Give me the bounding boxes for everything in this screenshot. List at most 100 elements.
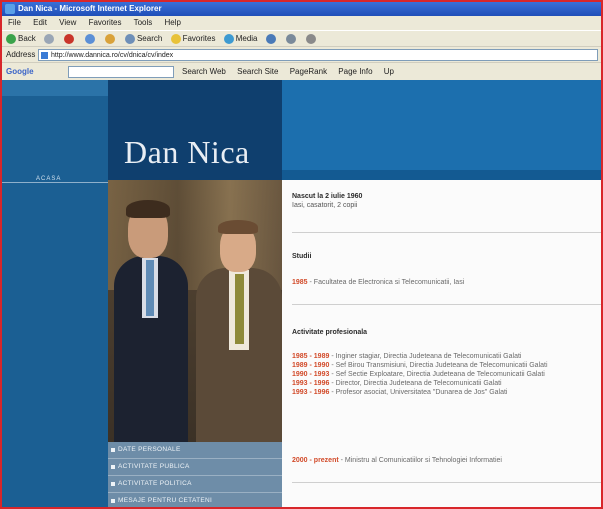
pagerank-button[interactable]: PageRank <box>290 67 327 76</box>
side-menu-item-activitate-publica[interactable]: ACTIVITATE PUBLICA <box>108 459 282 476</box>
favorites-button[interactable]: Favorites <box>170 31 216 46</box>
studies-text: - Facultatea de Electronica si Telecomun… <box>309 279 465 286</box>
menu-help[interactable]: Help <box>165 18 181 27</box>
nav-top-band <box>2 80 108 96</box>
browser-window: Dan Nica - Microsoft Internet Explorer F… <box>0 0 603 509</box>
divider <box>292 304 601 305</box>
prof-entry-years: 1990 - 1993 <box>292 371 330 378</box>
address-url: http://www.dannica.ro/cv/dnica/cv/index <box>51 52 174 59</box>
search-site-button[interactable]: Search Site <box>237 67 278 76</box>
prof-entry: 1985 - 1989 - Inginer stagiar, Directia … <box>292 352 598 361</box>
stop-button[interactable] <box>64 31 76 46</box>
prof-entry: 1993 - 1996 - Profesor asociat, Universi… <box>292 388 598 397</box>
google-toolbar: Google Search Web Search Site PageRank P… <box>2 62 601 81</box>
mail-icon <box>285 33 296 44</box>
standard-toolbar: Back Search Favorites Media <box>2 30 601 46</box>
prof-entry: 1990 - 1993 - Sef Sectie Exploatare, Dir… <box>292 370 598 379</box>
nav-home-link[interactable]: ACASA <box>36 176 61 182</box>
web-page: ACASA Dan Nica DATE PERSONALE ACTIVITATE… <box>2 80 601 507</box>
search-web-button[interactable]: Search Web <box>182 67 226 76</box>
main-content: Nascut la 2 iulie 1960 Iasi, casatorit, … <box>282 180 601 507</box>
person-right-hair <box>218 220 258 234</box>
person-right-tie <box>235 274 244 344</box>
side-menu-item-mesaje[interactable]: MESAJE PENTRU CETATENI <box>108 493 282 507</box>
history-button[interactable] <box>265 31 278 46</box>
google-search-input[interactable] <box>68 66 174 78</box>
person-left-tie <box>146 260 154 316</box>
address-input[interactable]: http://www.dannica.ro/cv/dnica/cv/index <box>38 49 598 61</box>
ie-logo-icon <box>5 4 15 14</box>
divider <box>292 482 601 483</box>
prof-entry: 1989 - 1990 - Sef Birou Transmisiuni, Di… <box>292 361 598 370</box>
address-label: Address <box>6 50 36 59</box>
menu-tools[interactable]: Tools <box>134 18 153 27</box>
bullet-icon <box>111 465 115 469</box>
favorites-star-icon <box>170 33 181 44</box>
side-menu-label: DATE PERSONALE <box>118 446 181 453</box>
header-band-line <box>282 170 601 180</box>
studies-year: 1985 <box>292 279 308 286</box>
menu-file[interactable]: File <box>8 18 21 27</box>
menu-view[interactable]: View <box>59 18 76 27</box>
refresh-icon <box>84 33 95 44</box>
person-left-hair <box>126 200 170 218</box>
prof-entry-text: - Sef Birou Transmisiuni, Directia Judet… <box>331 362 548 369</box>
nav-divider <box>2 182 108 183</box>
prof-entry-text: - Profesor asociat, Universitatea "Dunar… <box>331 389 508 396</box>
google-logo[interactable]: Google <box>6 63 64 80</box>
home-icon <box>104 33 115 44</box>
birth-block: Nascut la 2 iulie 1960 Iasi, casatorit, … <box>292 192 362 210</box>
side-menu-item-activitate-politica[interactable]: ACTIVITATE POLITICA <box>108 476 282 493</box>
prof-entry-text: - Director, Directia Judeteana de Teleco… <box>331 380 502 387</box>
header-band <box>282 80 601 170</box>
side-menu-label: ACTIVITATE POLITICA <box>118 480 192 487</box>
search-icon <box>124 33 135 44</box>
prof-entries: 1985 - 1989 - Inginer stagiar, Directia … <box>292 352 598 397</box>
google-buttons: Search Web Search Site PageRank Page Inf… <box>182 63 403 81</box>
history-icon <box>265 33 276 44</box>
side-menu-label: ACTIVITATE PUBLICA <box>118 463 190 470</box>
site-header: Dan Nica <box>108 80 282 180</box>
bullet-icon <box>111 499 115 503</box>
side-menu-item-date-personale[interactable]: DATE PERSONALE <box>108 442 282 459</box>
print-icon <box>306 33 317 44</box>
side-menu: DATE PERSONALE ACTIVITATE PUBLICA ACTIVI… <box>108 442 282 507</box>
studies-title: Studii <box>292 253 312 260</box>
prof-block: Activitate profesionala <box>292 328 367 337</box>
prof-entry-text: - Sef Sectie Exploatare, Directia Judete… <box>331 371 545 378</box>
refresh-button[interactable] <box>84 31 97 46</box>
menu-favorites[interactable]: Favorites <box>89 18 122 27</box>
page-icon <box>41 52 48 59</box>
forward-button[interactable] <box>44 31 56 46</box>
media-label: Media <box>235 34 258 43</box>
print-button[interactable] <box>306 31 318 46</box>
last-entry-years: 2000 - prezent <box>292 457 339 464</box>
back-button[interactable]: Back <box>6 31 36 46</box>
prof-entry-years: 1985 - 1989 <box>292 353 330 360</box>
studies-block: Studii <box>292 252 311 261</box>
site-name: Dan Nica <box>124 134 250 170</box>
mail-button[interactable] <box>285 31 298 46</box>
prof-entry-years: 1993 - 1996 <box>292 389 330 396</box>
page-info-button[interactable]: Page Info <box>338 67 372 76</box>
portrait-photo <box>108 180 282 442</box>
search-button[interactable]: Search <box>124 31 163 46</box>
prof-entry-text: - Inginer stagiar, Directia Judeteana de… <box>331 353 522 360</box>
side-menu-label: MESAJE PENTRU CETATENI <box>118 497 213 504</box>
divider <box>292 232 601 233</box>
stop-icon <box>64 33 75 44</box>
media-button[interactable]: Media <box>223 31 258 46</box>
search-label: Search <box>136 34 163 43</box>
up-button[interactable]: Up <box>384 67 394 76</box>
menu-bar: File Edit View Favorites Tools Help <box>2 16 601 30</box>
bullet-icon <box>111 448 115 452</box>
home-button[interactable] <box>104 31 117 46</box>
studies-entry: 1985 - Facultatea de Electronica si Tele… <box>292 278 464 287</box>
last-entry: 2000 - prezent - Ministru al Comunicatii… <box>292 456 598 465</box>
favorites-label: Favorites <box>182 34 216 43</box>
left-navigation: ACASA <box>2 80 108 507</box>
menu-edit[interactable]: Edit <box>33 18 47 27</box>
prof-entry-years: 1989 - 1990 <box>292 362 330 369</box>
birth-subtitle: Iasi, casatorit, 2 copii <box>292 202 358 209</box>
prof-entry-years: 1993 - 1996 <box>292 380 330 387</box>
